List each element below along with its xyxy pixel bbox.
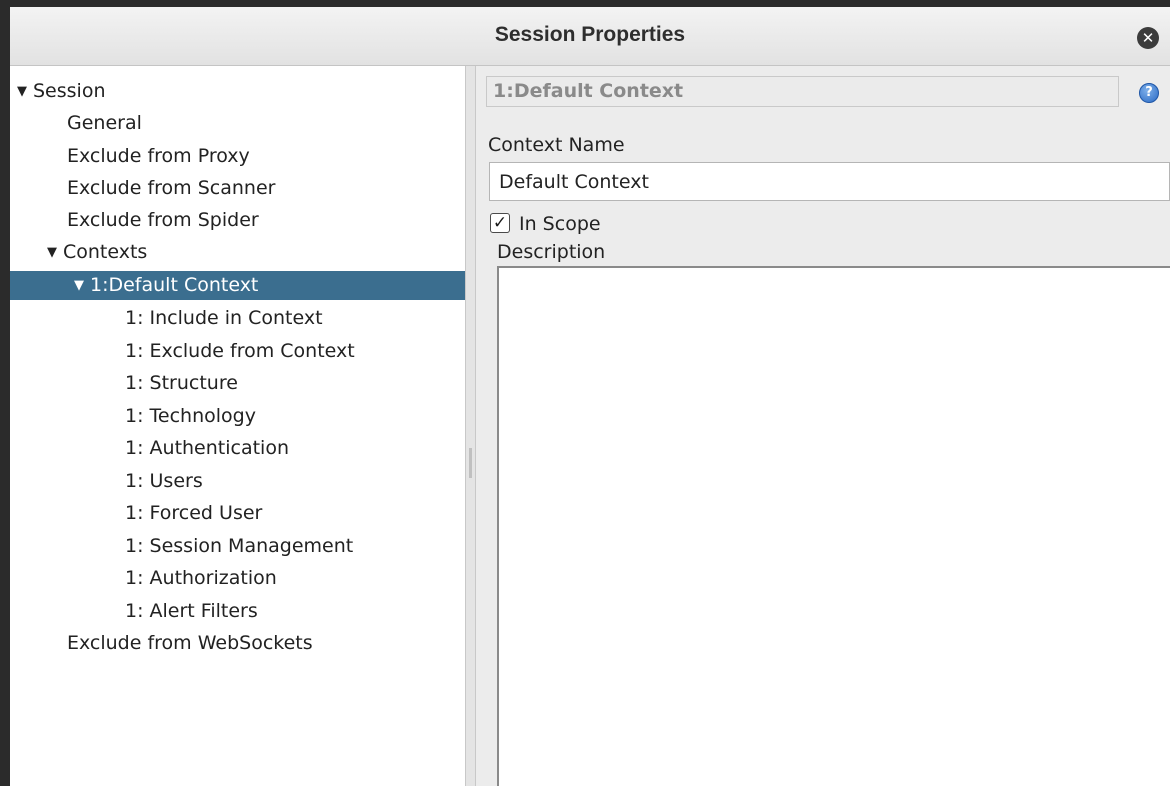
splitter-grip-icon[interactable] [469,448,472,478]
tree-item-label: 1: Users [125,470,203,492]
context-name-label: Context Name [488,134,625,156]
tree-item-label: Session [33,80,106,102]
tree-item-authorization[interactable]: 1: Authorization [10,564,465,593]
description-textarea[interactable] [497,266,1170,786]
tree-item-label: 1: Technology [125,405,256,427]
tree-item-label: 1: Exclude from Context [125,340,355,362]
tree-item-label: Exclude from WebSockets [67,632,313,654]
tree-item-label: Exclude from Scanner [67,177,276,199]
tree-item-include-in-context[interactable]: 1: Include in Context [10,304,465,333]
tree-item-label: Exclude from Proxy [67,145,250,167]
desktop-background: Session Properties ✕ ▼ Session General Ex… [0,0,1170,786]
tree-item-contexts[interactable]: ▼ Contexts [10,238,465,267]
tree-item-label: Exclude from Spider [67,209,259,231]
tree-item-exclude-from-spider[interactable]: Exclude from Spider [10,206,465,235]
session-tree: ▼ Session General Exclude from Proxy Excl… [10,66,465,786]
tree-item-label: 1: Authorization [125,567,277,589]
tree-item-authentication[interactable]: 1: Authentication [10,434,465,463]
in-scope-label: In Scope [519,213,601,235]
tree-item-exclude-from-context[interactable]: 1: Exclude from Context [10,337,465,366]
tree-item-label: 1: Structure [125,372,238,394]
tree-item-exclude-from-proxy[interactable]: Exclude from Proxy [10,142,465,171]
tree-item-label: 1:Default Context [90,274,259,296]
close-icon[interactable]: ✕ [1137,27,1159,49]
tree-item-forced-user[interactable]: 1: Forced User [10,499,465,528]
panel-splitter[interactable] [465,66,476,786]
tree-item-label: 1: Session Management [125,535,354,557]
tree-item-general[interactable]: General [10,109,465,138]
tree-item-technology[interactable]: 1: Technology [10,402,465,431]
expand-arrow-icon[interactable]: ▼ [47,245,57,260]
tree-item-label: 1: Authentication [125,437,290,459]
session-properties-dialog: Session Properties ✕ ▼ Session General Ex… [10,7,1170,786]
tree-item-exclude-from-websockets[interactable]: Exclude from WebSockets [10,629,465,658]
in-scope-checkbox-row[interactable]: ✓ In Scope [490,211,690,237]
tree-item-session-management[interactable]: 1: Session Management [10,532,465,561]
context-properties-panel: 1:Default Context ? Context Name ✓ In Sc… [476,66,1170,786]
tree-item-label: 1: Forced User [125,502,263,524]
expand-arrow-icon[interactable]: ▼ [74,278,84,293]
dialog-title: Session Properties [494,23,686,46]
help-icon[interactable]: ? [1139,83,1159,103]
title-bar[interactable]: Session Properties ✕ [10,7,1170,66]
tree-item-users[interactable]: 1: Users [10,467,465,496]
tree-item-structure[interactable]: 1: Structure [10,369,465,398]
tree-item-exclude-from-scanner[interactable]: Exclude from Scanner [10,174,465,203]
tree-item-session[interactable]: ▼ Session [10,77,465,106]
tree-item-alert-filters[interactable]: 1: Alert Filters [10,597,465,626]
tree-item-default-context[interactable]: ▼ 1:Default Context [10,271,465,300]
context-name-input[interactable] [489,162,1170,201]
expand-arrow-icon[interactable]: ▼ [17,84,27,99]
in-scope-checkbox[interactable]: ✓ [490,213,510,233]
context-header: 1:Default Context [486,76,1119,107]
tree-item-label: Contexts [63,241,148,263]
tree-item-label: 1: Alert Filters [125,600,258,622]
tree-item-label: General [67,112,142,134]
tree-item-label: 1: Include in Context [125,307,323,329]
description-label: Description [497,241,606,263]
